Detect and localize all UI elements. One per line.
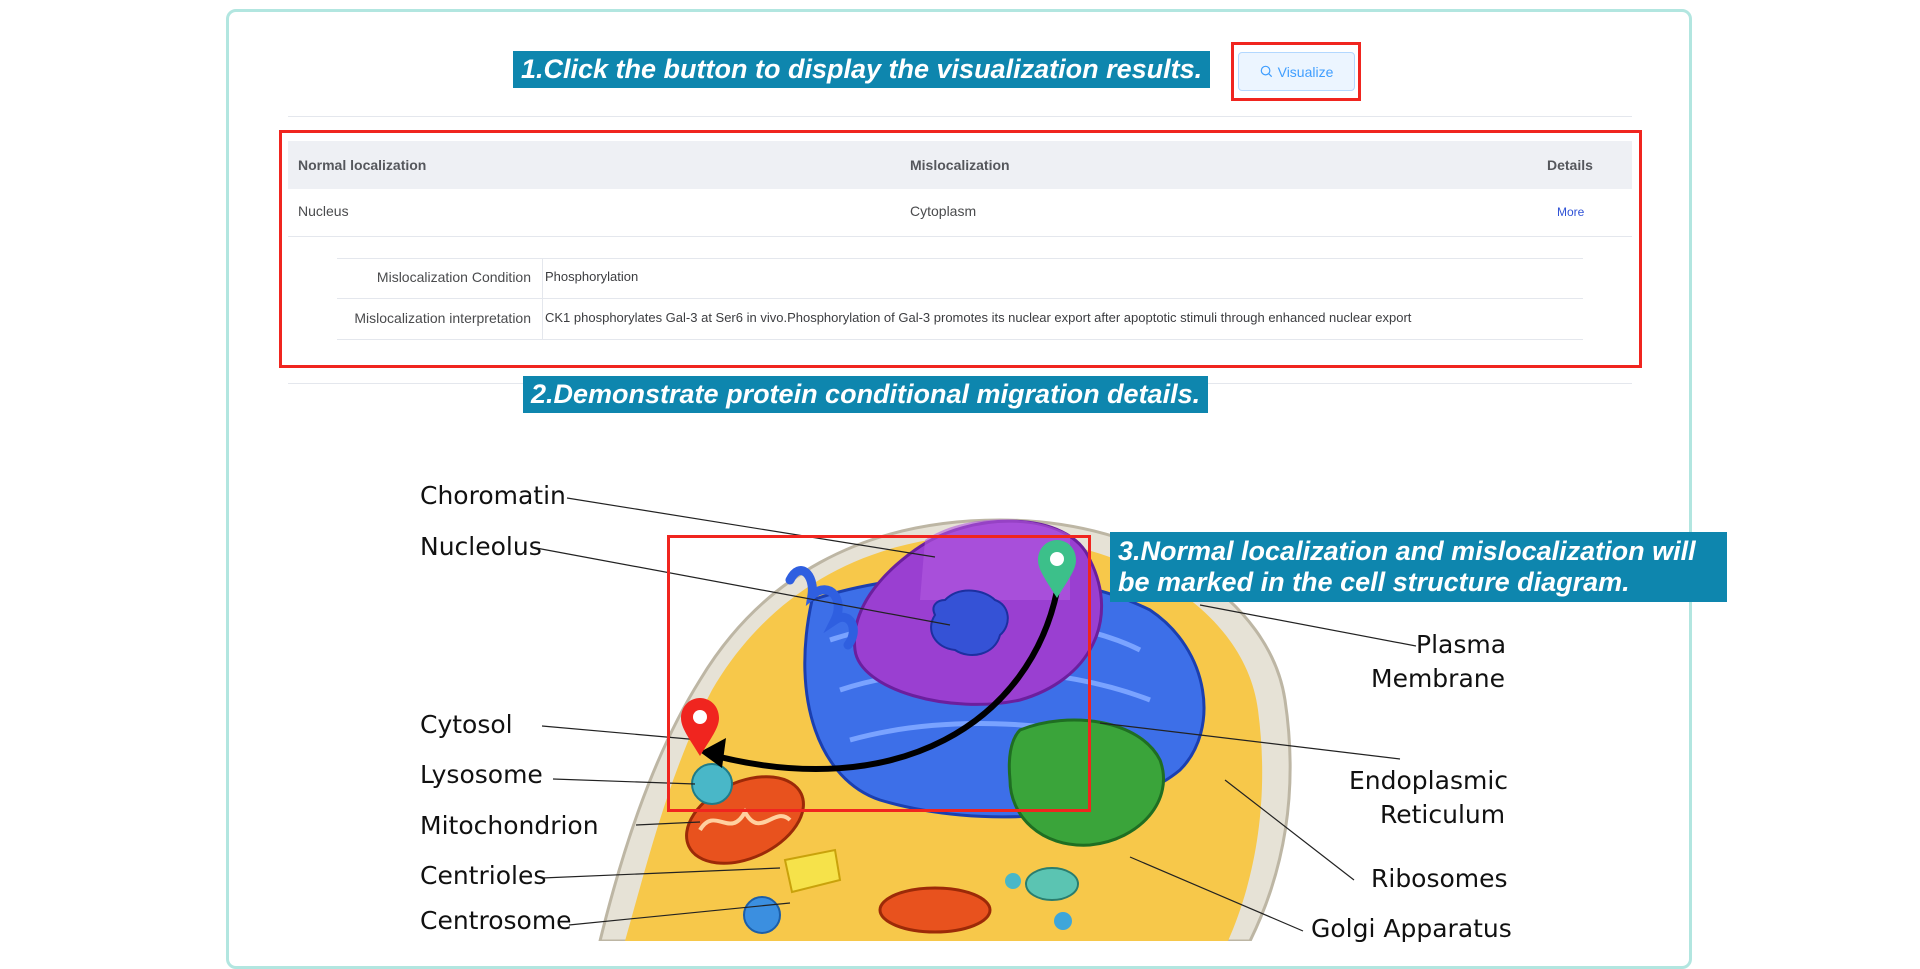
cell-diagram-highlight-box	[667, 535, 1091, 812]
label-centrioles: Centrioles	[420, 861, 547, 890]
label-lysosome: Lysosome	[420, 760, 543, 789]
label-mitochondrion: Mitochondrion	[420, 811, 599, 840]
label-nucleolus: Nucleolus	[420, 532, 542, 561]
label-endoplasmic: Endoplasmic	[1349, 766, 1509, 795]
label-plasma: Plasma	[1416, 630, 1507, 659]
label-cytosol: Cytosol	[420, 710, 513, 739]
label-choromatin: Choromatin	[420, 481, 566, 510]
label-membrane: Membrane	[1371, 664, 1505, 693]
label-reticulum: Reticulum	[1380, 800, 1506, 829]
label-golgi: Golgi Apparatus	[1311, 914, 1512, 943]
label-ribosomes: Ribosomes	[1371, 864, 1508, 893]
label-centrosome: Centrosome	[420, 906, 572, 935]
step-3-banner: 3.Normal localization and mislocalizatio…	[1110, 532, 1727, 602]
